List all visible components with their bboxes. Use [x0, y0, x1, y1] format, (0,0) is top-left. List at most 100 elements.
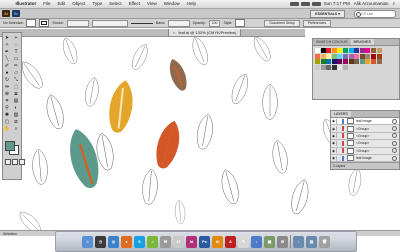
menu-window[interactable]: Window [160, 0, 183, 8]
width-tool-icon[interactable]: ⇹ [4, 84, 11, 90]
dock-photoshop-icon[interactable]: Ps [199, 235, 210, 248]
color-swatch[interactable] [370, 59, 376, 65]
color-swatch[interactable] [320, 53, 326, 59]
blend-tool-icon[interactable]: ◐ [13, 105, 20, 111]
color-swatch[interactable] [365, 53, 371, 59]
color-swatch[interactable] [315, 64, 320, 70]
dock-indesign-icon[interactable]: Id [186, 235, 197, 248]
layer-row[interactable]: ◉ <Group> [331, 125, 399, 133]
draw-normal-icon[interactable] [5, 159, 11, 165]
direct-selection-tool-icon[interactable]: ➢ [13, 35, 20, 41]
color-swatch[interactable] [331, 59, 337, 65]
dock-firefox-icon[interactable]: ● [121, 235, 132, 248]
spotlight-icon[interactable]: ⌕ [390, 0, 397, 8]
rotate-tool-icon[interactable]: ↻ [4, 77, 11, 83]
magic-wand-tool-icon[interactable]: ✧ [4, 42, 11, 48]
target-icon[interactable] [392, 118, 397, 124]
color-swatch[interactable] [315, 53, 320, 59]
volume-icon[interactable] [300, 2, 310, 6]
color-swatch[interactable] [376, 53, 382, 59]
color-swatch[interactable] [342, 64, 348, 70]
draw-inside-icon[interactable] [19, 159, 25, 165]
dock-trash-icon[interactable]: 🗑 [319, 235, 330, 248]
color-swatch[interactable] [337, 48, 343, 53]
menu-file[interactable]: File [40, 0, 54, 8]
dock-illustrator-icon[interactable]: Ai [212, 235, 223, 248]
color-swatch[interactable] [370, 53, 376, 59]
fill-color-box[interactable] [5, 141, 15, 151]
perspective-tool-icon[interactable]: ⧈ [13, 91, 20, 97]
target-icon[interactable] [392, 133, 397, 139]
menu-object[interactable]: Object [69, 0, 89, 8]
color-swatch[interactable] [342, 48, 348, 53]
color-swatch[interactable] [348, 53, 354, 59]
artboard-tool-icon[interactable]: ▢ [4, 119, 11, 125]
eyedropper-tool-icon[interactable]: ⚲ [4, 105, 11, 111]
dock-mail-icon[interactable]: ✉ [160, 235, 171, 248]
color-swatch[interactable] [376, 59, 382, 65]
dock-textedit-icon[interactable]: ✎ [238, 235, 249, 248]
color-swatch[interactable] [342, 59, 348, 65]
fill-swatch[interactable] [26, 19, 37, 27]
menu-help[interactable]: Help [183, 0, 199, 8]
layer-row[interactable]: ◉ leaf image [331, 118, 399, 126]
color-swatch[interactable] [320, 64, 326, 70]
clock[interactable]: Sun 7:17 PM [322, 0, 352, 8]
layer-row[interactable]: ◉ <Group> [331, 132, 399, 141]
rectangle-tool-icon[interactable]: ▭ [13, 56, 20, 62]
color-swatch[interactable] [359, 53, 365, 59]
color-swatch[interactable] [315, 59, 320, 65]
target-icon[interactable] [392, 140, 397, 146]
menu-select[interactable]: Select [106, 0, 126, 8]
pen-tool-icon[interactable]: ✒ [4, 49, 11, 55]
color-swatch[interactable] [331, 53, 337, 59]
type-tool-icon[interactable]: T [13, 49, 20, 55]
color-swatch[interactable] [315, 48, 320, 53]
color-swatch[interactable] [342, 53, 348, 59]
dock-documents-icon[interactable]: ▤ [306, 235, 317, 248]
color-swatch[interactable] [376, 48, 382, 53]
leaf-green[interactable] [63, 125, 105, 192]
mesh-tool-icon[interactable]: ⌗ [4, 98, 11, 104]
symbol-sprayer-tool-icon[interactable]: ✺ [4, 112, 11, 118]
color-swatch[interactable] [326, 48, 332, 53]
dock-skype-icon[interactable]: S [134, 235, 145, 248]
color-swatch[interactable] [354, 53, 360, 59]
menu-view[interactable]: View [144, 0, 161, 8]
color-swatch[interactable] [326, 53, 332, 59]
leaf-yellow[interactable] [105, 78, 137, 135]
cs-live-search[interactable]: CS Live [354, 10, 396, 18]
hand-tool-icon[interactable]: ✋ [4, 126, 11, 132]
variable-width-dropdown[interactable] [91, 19, 128, 27]
layer-row[interactable]: ◉ <Group> [331, 147, 399, 155]
menu-edit[interactable]: Edit [54, 0, 69, 8]
color-swatch[interactable] [348, 59, 354, 65]
color-swatch[interactable] [365, 59, 371, 65]
dock-spotify-icon[interactable]: ♫ [147, 235, 158, 248]
color-swatch[interactable] [331, 64, 337, 70]
graph-tool-icon[interactable]: ▥ [13, 112, 20, 118]
preferences-button[interactable]: Preferences [302, 19, 331, 27]
dock-calendar-icon[interactable]: 17 [173, 235, 184, 248]
free-transform-tool-icon[interactable]: ⬚ [13, 84, 20, 90]
draw-behind-icon[interactable] [12, 159, 18, 165]
menu-effect[interactable]: Effect [125, 0, 143, 8]
color-swatch[interactable] [359, 59, 365, 65]
document-setup-button[interactable]: Document Setup [264, 19, 300, 27]
color-swatch[interactable] [320, 59, 326, 65]
dock-preview-icon[interactable]: ▣ [264, 235, 275, 248]
gradient-tool-icon[interactable]: ▤ [13, 98, 20, 104]
menu-type[interactable]: Type [89, 0, 106, 8]
battery-icon[interactable] [311, 2, 321, 6]
blob-brush-tool-icon[interactable]: ● [4, 70, 11, 76]
line-tool-icon[interactable]: ╲ [4, 56, 11, 62]
target-icon[interactable] [392, 155, 397, 161]
document-tab[interactable]: × leaf.ai @ 133% (CMYK/Preview) [168, 29, 242, 36]
stroke-swatch[interactable] [39, 19, 50, 27]
eraser-tool-icon[interactable]: ▱ [13, 70, 20, 76]
color-swatch[interactable] [326, 59, 332, 65]
brush-dropdown[interactable] [167, 19, 190, 27]
target-icon[interactable] [392, 148, 397, 154]
menu-illustrator[interactable]: Illustrator [12, 0, 40, 8]
dock-itunes-icon[interactable]: ♪ [251, 235, 262, 248]
